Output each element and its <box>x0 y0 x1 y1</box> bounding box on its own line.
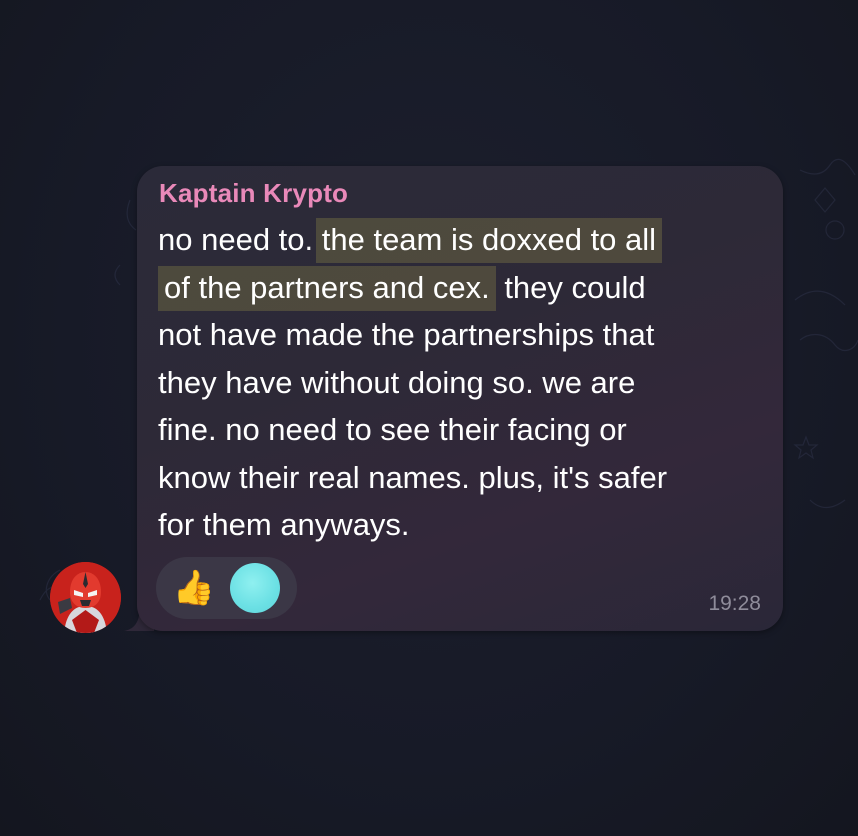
message-line-text: they could <box>495 269 646 305</box>
message-bubble[interactable]: Kaptain Krypto no need to. the team is d… <box>137 166 783 631</box>
reactor-avatar[interactable] <box>230 563 280 613</box>
message-line: no need to. the team is doxxed to all <box>158 216 768 264</box>
reaction-chip[interactable]: 👍 <box>156 557 297 619</box>
robot-hero-avatar-icon <box>50 562 121 633</box>
message-line: of the partners and cex. they could <box>158 264 768 312</box>
highlighted-text: the team is doxxed to all <box>315 218 663 263</box>
chat-screen: Kaptain Krypto no need to. the team is d… <box>0 0 858 836</box>
message-line: they have without doing so. we are <box>158 364 636 400</box>
message-line: not have made the partnerships that <box>158 317 655 352</box>
sender-name[interactable]: Kaptain Krypto <box>159 178 348 209</box>
message-line: know their real names. plus, it's safer <box>158 459 668 495</box>
sender-avatar[interactable] <box>50 562 121 633</box>
message-line: fine. no need to see their facing or <box>158 412 627 447</box>
thumbs-up-icon: 👍 <box>172 569 216 607</box>
highlighted-text: of the partners and cex. <box>158 265 496 311</box>
message-text: no need to. the team is doxxed to all of… <box>158 216 768 549</box>
message-line: for them anyways. <box>158 507 410 542</box>
message-timestamp: 19:28 <box>708 592 761 615</box>
message-line-text: no need to. <box>158 222 322 257</box>
